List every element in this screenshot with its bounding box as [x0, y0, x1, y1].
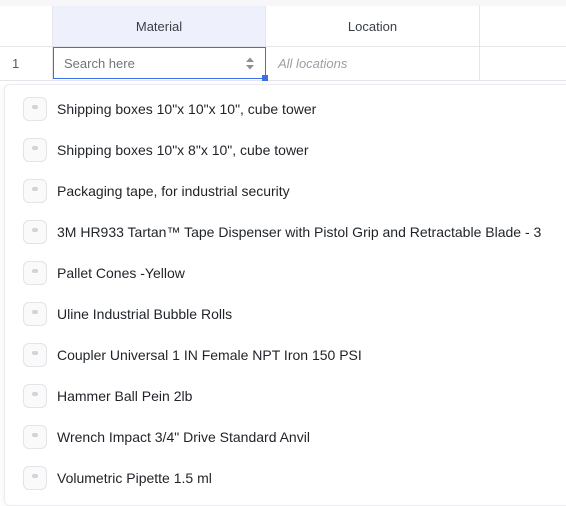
- product-thumbnail-icon: [23, 425, 47, 449]
- dropdown-option[interactable]: Volumetric Pipette 1.5 ml: [23, 460, 212, 496]
- dropdown-option-label: Hammer Ball Pein 2lb: [57, 388, 193, 404]
- location-cell[interactable]: All locations: [266, 47, 480, 80]
- row-number: 1: [0, 47, 53, 80]
- dropdown-option-label: Volumetric Pipette 1.5 ml: [57, 470, 212, 486]
- dropdown-option[interactable]: 3M HR933 Tartan™ Tape Dispenser with Pis…: [23, 214, 541, 250]
- dropdown-option-label: Pallet Cones -Yellow: [57, 265, 185, 281]
- dropdown-option[interactable]: Coupler Universal 1 IN Female NPT Iron 1…: [23, 337, 362, 373]
- dropdown-option-label: Shipping boxes 10"x 8"x 10", cube tower: [57, 142, 309, 158]
- dropdown-option[interactable]: Shipping boxes 10"x 8"x 10", cube tower: [23, 132, 309, 168]
- product-thumbnail-icon: [23, 343, 47, 367]
- column-header-location[interactable]: Location: [266, 6, 480, 46]
- dropdown-option-label: Uline Industrial Bubble Rolls: [57, 306, 233, 322]
- cell-fill-handle[interactable]: [262, 75, 268, 81]
- product-thumbnail-icon: [23, 302, 47, 326]
- product-thumbnail-icon: [23, 97, 47, 121]
- material-dropdown-list: Shipping boxes 10"x 10"x 10", cube tower…: [4, 84, 566, 506]
- product-thumbnail-icon: [23, 220, 47, 244]
- dropdown-option[interactable]: Packaging tape, for industrial security: [23, 173, 290, 209]
- dropdown-option[interactable]: Shipping boxes 10"x 10"x 10", cube tower: [23, 91, 316, 127]
- product-thumbnail-icon: [23, 179, 47, 203]
- product-thumbnail-icon: [23, 384, 47, 408]
- dropdown-option-label: Coupler Universal 1 IN Female NPT Iron 1…: [57, 347, 362, 363]
- dropdown-option[interactable]: Hammer Ball Pein 2lb: [23, 378, 192, 414]
- sort-updown-icon[interactable]: [245, 56, 255, 71]
- dropdown-option-label: 3M HR933 Tartan™ Tape Dispenser with Pis…: [57, 224, 542, 240]
- row-number-header: [0, 6, 53, 46]
- dropdown-option[interactable]: Wrench Impact 3/4" Drive Standard Anvil: [23, 419, 310, 455]
- dropdown-option[interactable]: Uline Industrial Bubble Rolls: [23, 296, 232, 332]
- search-input[interactable]: [62, 54, 236, 72]
- column-header-location-label: Location: [347, 18, 398, 34]
- product-thumbnail-icon: [23, 466, 47, 490]
- column-header-material[interactable]: Material: [53, 6, 266, 46]
- product-thumbnail-icon: [23, 261, 47, 285]
- dropdown-option-label: Shipping boxes 10"x 10"x 10", cube tower: [57, 101, 317, 117]
- product-thumbnail-icon: [23, 138, 47, 162]
- column-header-empty: [480, 6, 566, 46]
- material-search-select[interactable]: [53, 47, 268, 81]
- empty-cell: [480, 47, 566, 80]
- column-header-material-label: Material: [135, 18, 183, 34]
- dropdown-option-label: Wrench Impact 3/4" Drive Standard Anvil: [57, 429, 310, 445]
- dropdown-option[interactable]: Pallet Cones -Yellow: [23, 255, 185, 291]
- grid-header: Material Location: [0, 6, 566, 47]
- dropdown-option-label: Packaging tape, for industrial security: [57, 183, 290, 199]
